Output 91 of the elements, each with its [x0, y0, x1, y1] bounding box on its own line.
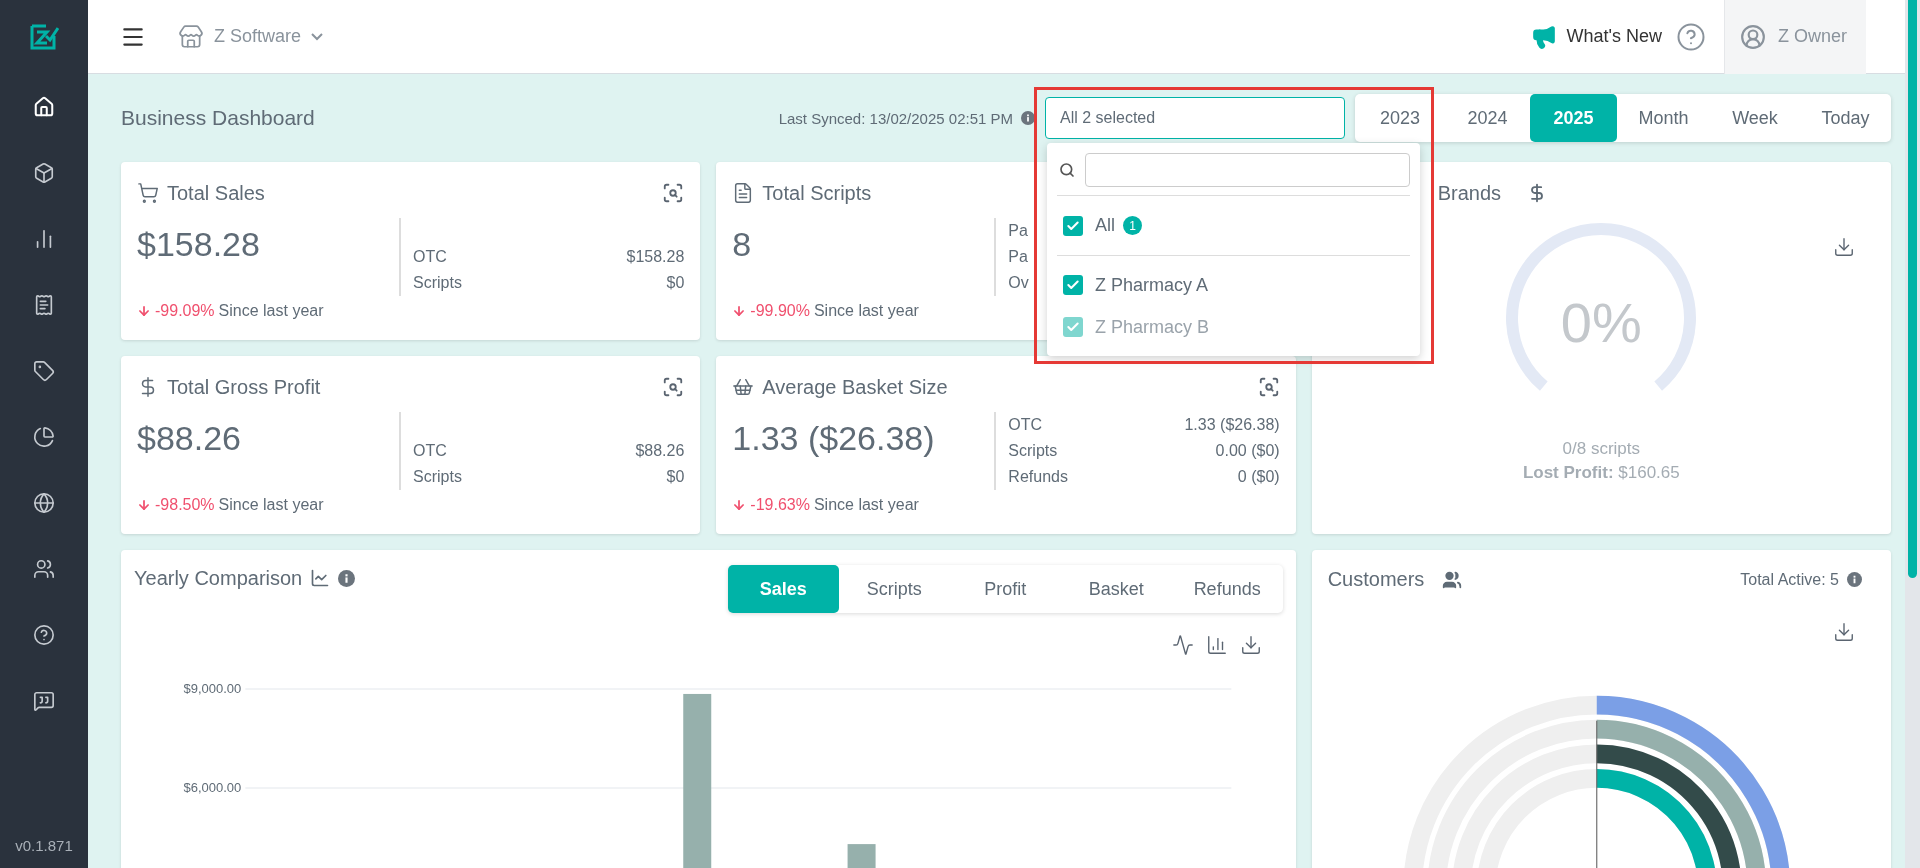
gauge-percent: 0%	[1559, 290, 1643, 355]
breakdown-label: Pa	[1008, 247, 1028, 267]
breakdown-value: $158.28	[626, 247, 685, 267]
store-option[interactable]: All 1	[1057, 196, 1410, 256]
breakdown-label: OTC	[413, 247, 447, 267]
info-icon	[1021, 111, 1035, 125]
chart-bar	[847, 844, 876, 868]
help-icon[interactable]	[1676, 21, 1706, 52]
breakdown-label: OTC	[413, 441, 447, 461]
last-synced-text: Last Synced: 13/02/2025 02:51 PM	[778, 109, 1013, 127]
card-title: Total Gross Profit	[167, 375, 321, 399]
change-percent: -99.90%	[750, 301, 810, 321]
breakdown-label: OTC	[1008, 415, 1043, 435]
change-percent: -19.63%	[750, 495, 810, 515]
breakdown-label: Pa	[1008, 221, 1028, 241]
checkbox[interactable]	[1063, 275, 1083, 295]
metric-tab[interactable]: Scripts	[838, 565, 950, 613]
breakdown-label: Scripts	[1008, 441, 1058, 461]
search-field[interactable]	[1085, 153, 1410, 187]
breakdown-value: 1.33 ($26.38)	[1184, 415, 1280, 435]
logo-icon	[29, 22, 59, 52]
period-tab[interactable]: Today	[1800, 94, 1891, 142]
axis-tick-label: $9,000.00	[183, 681, 242, 696]
breakdown-label: Scripts	[413, 273, 462, 293]
breakdown-value: $88.26	[635, 441, 685, 461]
change-note: Since last year	[218, 495, 324, 515]
basket-icon	[732, 376, 755, 398]
card-title: Total Sales	[167, 181, 265, 205]
download-icon[interactable]	[1239, 634, 1262, 656]
breakdown-value: 0.00 ($0)	[1215, 441, 1280, 461]
page-title: Business Dashboard	[121, 106, 315, 130]
change-note: Since last year	[218, 301, 324, 321]
period-tab[interactable]: Month	[1617, 94, 1710, 142]
change-note: Since last year	[813, 495, 919, 515]
info-icon	[338, 570, 356, 587]
axis-tick-label: $6,000.00	[183, 780, 242, 795]
change-percent: -99.09%	[155, 301, 215, 321]
metric-tab[interactable]: Basket	[1060, 565, 1172, 613]
stat-value: $88.26	[137, 418, 242, 459]
whats-new-link[interactable]: What's New	[1530, 23, 1662, 50]
metric-tab[interactable]: Refunds	[1171, 565, 1283, 613]
period-tab[interactable]: 2023	[1355, 94, 1445, 142]
company-selector[interactable]: Z Software	[178, 23, 324, 50]
breakdown-label: Scripts	[413, 467, 462, 487]
zoom-icon[interactable]	[1257, 376, 1280, 398]
store-select[interactable]: All 2 selected	[1045, 97, 1345, 139]
zoom-icon[interactable]	[662, 376, 685, 398]
user-icon	[1740, 23, 1766, 50]
breakdown-value: $0	[666, 467, 685, 487]
card-title: Yearly Comparison	[134, 566, 303, 591]
download-icon[interactable]	[1833, 621, 1855, 643]
card-title: Total Scripts	[762, 181, 872, 205]
check-icon	[1066, 278, 1080, 292]
total-active-text: Total Active: 5	[1740, 570, 1839, 589]
metric-tab[interactable]: Profit	[949, 565, 1061, 613]
check-icon	[1066, 218, 1080, 233]
breakdown-label: Refunds	[1008, 467, 1068, 487]
scripts-count: 0/8 scripts	[1561, 438, 1642, 460]
download-icon[interactable]	[1833, 236, 1855, 258]
search-icon	[1059, 162, 1075, 178]
period-tab[interactable]: 2024	[1445, 94, 1530, 142]
lost-profit-text: Lost Profit: $160.65	[1521, 462, 1681, 484]
card-title: Customers	[1327, 568, 1425, 591]
change-note: Since last year	[813, 301, 919, 321]
zoom-icon[interactable]	[662, 182, 685, 204]
breakdown-label: Ov	[1008, 273, 1029, 293]
info-icon	[1847, 572, 1862, 587]
stat-value: 8	[732, 224, 753, 265]
scrollbar[interactable]	[1905, 0, 1920, 868]
breakdown-value: 0 ($0)	[1237, 467, 1280, 487]
breakdown-value: $0	[666, 273, 685, 293]
card-title: Brands	[1437, 181, 1502, 205]
change-percent: -98.50%	[155, 495, 215, 515]
store-option[interactable]: Z Pharmacy A	[1057, 264, 1410, 306]
checkbox[interactable]	[1063, 215, 1083, 236]
stat-value: 1.33 ($26.38)	[732, 418, 936, 459]
chevron-down-icon	[311, 32, 324, 41]
cart-icon	[137, 182, 159, 204]
megaphone-icon	[1530, 23, 1557, 50]
bar-view-icon[interactable]	[1205, 634, 1228, 656]
people-icon	[1442, 569, 1463, 590]
store-icon	[178, 23, 204, 50]
line-view-icon[interactable]	[1171, 634, 1194, 656]
card-title: Average Basket Size	[762, 375, 948, 399]
user-menu[interactable]: Z Owner	[1724, 0, 1866, 74]
line-chart-icon	[310, 568, 331, 588]
period-tab[interactable]: Week	[1710, 94, 1800, 142]
version-label: v0.1.871	[15, 837, 73, 854]
check-icon	[1066, 320, 1080, 334]
stat-value: $158.28	[137, 224, 261, 265]
count-badge: 1	[1123, 216, 1142, 235]
